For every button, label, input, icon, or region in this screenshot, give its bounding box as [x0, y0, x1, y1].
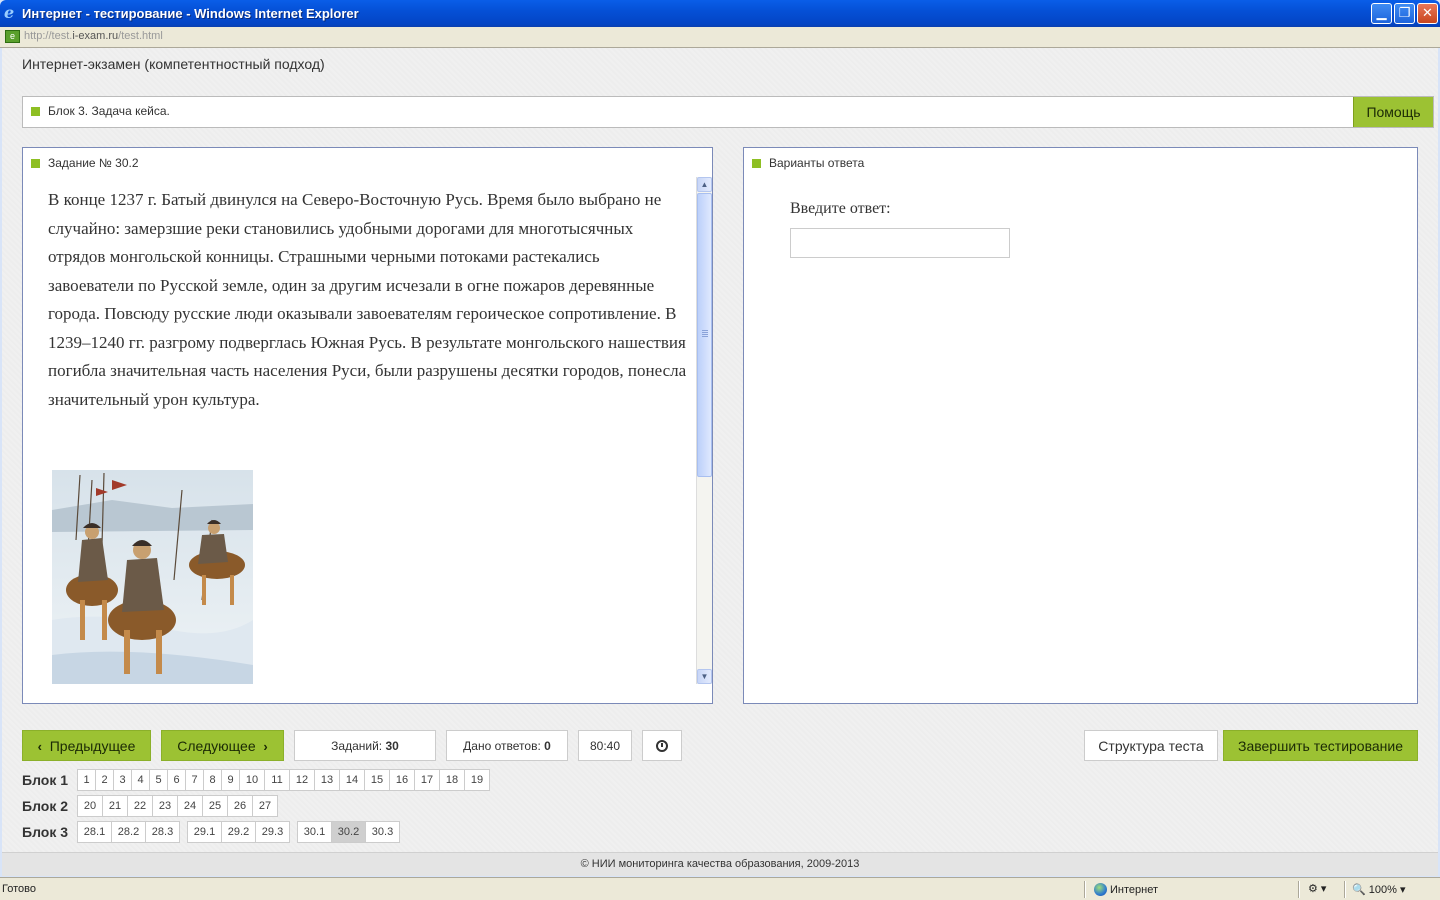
security-zone[interactable]: Интернет	[1094, 883, 1158, 896]
task-panel: Задание № 30.2 В конце 1237 г. Батый дви…	[22, 147, 713, 704]
task-text: В конце 1237 г. Батый двинулся на Северо…	[48, 190, 687, 409]
question-cell[interactable]: 2	[95, 769, 114, 791]
bullet-square-icon	[31, 159, 40, 168]
question-cell[interactable]: 27	[252, 795, 278, 817]
bullet-square-icon	[752, 159, 761, 168]
block-header: Блок 3. Задача кейса. Помощь	[22, 96, 1434, 128]
previous-button[interactable]: ‹ Предыдущее	[22, 730, 151, 761]
block-name: Блок 2	[22, 798, 69, 814]
answers-count-badge: Дано ответов: 0	[446, 730, 568, 761]
clock-icon	[656, 740, 668, 752]
finish-test-button[interactable]: Завершить тестирование	[1223, 730, 1418, 761]
question-cell[interactable]: 25	[202, 795, 228, 817]
page-favicon-icon: e	[5, 30, 20, 43]
internet-explorer-icon: e	[4, 3, 15, 22]
status-bar: Готово Интернет ⚙ ▾ 🔍 100% ▾	[0, 877, 1440, 900]
zoom-level[interactable]: 🔍 100% ▾	[1352, 883, 1405, 896]
block-name: Блок 3	[22, 824, 69, 840]
question-cell[interactable]: 15	[364, 769, 390, 791]
question-cell[interactable]: 18	[439, 769, 465, 791]
address-bar[interactable]: e http://test.i-exam.ru/test.html	[0, 27, 1440, 48]
maximize-button[interactable]: ❐	[1394, 3, 1415, 24]
page-footer: © НИИ мониторинга качества образования, …	[2, 852, 1438, 876]
chevron-right-icon: ›	[263, 739, 268, 754]
answer-input[interactable]	[790, 228, 1010, 258]
question-cell[interactable]: 28.3	[145, 821, 180, 843]
answer-panel: Варианты ответа Введите ответ:	[743, 147, 1418, 704]
question-cell[interactable]: 5	[149, 769, 168, 791]
question-cell[interactable]: 28.1	[77, 821, 112, 843]
help-button[interactable]: Помощь	[1353, 97, 1433, 127]
answer-prompt: Введите ответ:	[790, 200, 891, 217]
question-cell[interactable]: 26	[227, 795, 253, 817]
question-cell[interactable]: 1	[77, 769, 96, 791]
question-cell[interactable]: 29.1	[187, 821, 222, 843]
question-cell[interactable]: 30.2	[331, 821, 366, 843]
question-cell[interactable]: 8	[203, 769, 222, 791]
question-cell[interactable]: 19	[464, 769, 490, 791]
block-name: Блок 1	[22, 772, 69, 788]
timer-display: 80:40	[578, 730, 632, 761]
question-cell[interactable]: 29.2	[221, 821, 256, 843]
question-cell[interactable]: 23	[152, 795, 178, 817]
scroll-down-icon[interactable]: ▼	[697, 669, 712, 684]
question-cell[interactable]: 16	[389, 769, 415, 791]
question-cell[interactable]: 9	[221, 769, 240, 791]
question-cell[interactable]: 13	[314, 769, 340, 791]
question-cell[interactable]: 21	[102, 795, 128, 817]
tasks-count-badge: Заданий: 30	[294, 730, 436, 761]
zoom-icon: 🔍	[1352, 884, 1366, 896]
protected-mode-icon[interactable]: ⚙ ▾	[1308, 882, 1326, 895]
question-cell[interactable]: 30.1	[297, 821, 332, 843]
clock-button[interactable]	[642, 730, 682, 761]
bullet-square-icon	[31, 107, 40, 116]
task-illustration-image	[52, 470, 253, 684]
page-viewport: Интернет-экзамен (компетентностный подхо…	[2, 48, 1438, 876]
answer-panel-title: Варианты ответа	[769, 156, 865, 170]
question-cell[interactable]: 24	[177, 795, 203, 817]
question-cell[interactable]: 14	[339, 769, 365, 791]
question-cell[interactable]: 3	[113, 769, 132, 791]
question-cell[interactable]: 12	[289, 769, 315, 791]
scroll-up-icon[interactable]: ▲	[697, 177, 712, 192]
app-title: Интернет-экзамен (компетентностный подхо…	[22, 56, 325, 72]
window-title-bar[interactable]: e Интернет - тестирование - Windows Inte…	[0, 0, 1440, 27]
question-cell[interactable]: 4	[131, 769, 150, 791]
question-cell[interactable]: 10	[239, 769, 265, 791]
window-title: Интернет - тестирование - Windows Intern…	[22, 6, 359, 21]
block-title: Блок 3. Задача кейса.	[48, 104, 170, 118]
task-title: Задание № 30.2	[48, 156, 139, 170]
question-cell[interactable]: 17	[414, 769, 440, 791]
question-cell[interactable]: 7	[185, 769, 204, 791]
close-button[interactable]: ✕	[1417, 3, 1438, 24]
status-text: Готово	[2, 883, 36, 895]
chevron-left-icon: ‹	[37, 739, 42, 754]
question-cell[interactable]: 20	[77, 795, 103, 817]
question-cell[interactable]: 6	[167, 769, 186, 791]
task-scrollbar[interactable]: ▲ ▼	[696, 177, 712, 684]
question-cell[interactable]: 29.3	[255, 821, 290, 843]
address-url[interactable]: http://test.i-exam.ru/test.html	[24, 30, 163, 42]
question-cell[interactable]: 11	[264, 769, 290, 791]
minimize-button[interactable]: ▁	[1371, 3, 1392, 24]
next-button[interactable]: Следующее ›	[161, 730, 284, 761]
question-cell[interactable]: 22	[127, 795, 153, 817]
test-structure-button[interactable]: Структура теста	[1084, 730, 1218, 761]
question-cell[interactable]: 28.2	[111, 821, 146, 843]
globe-icon	[1094, 883, 1107, 896]
question-cell[interactable]: 30.3	[365, 821, 400, 843]
scroll-thumb[interactable]	[697, 193, 712, 477]
